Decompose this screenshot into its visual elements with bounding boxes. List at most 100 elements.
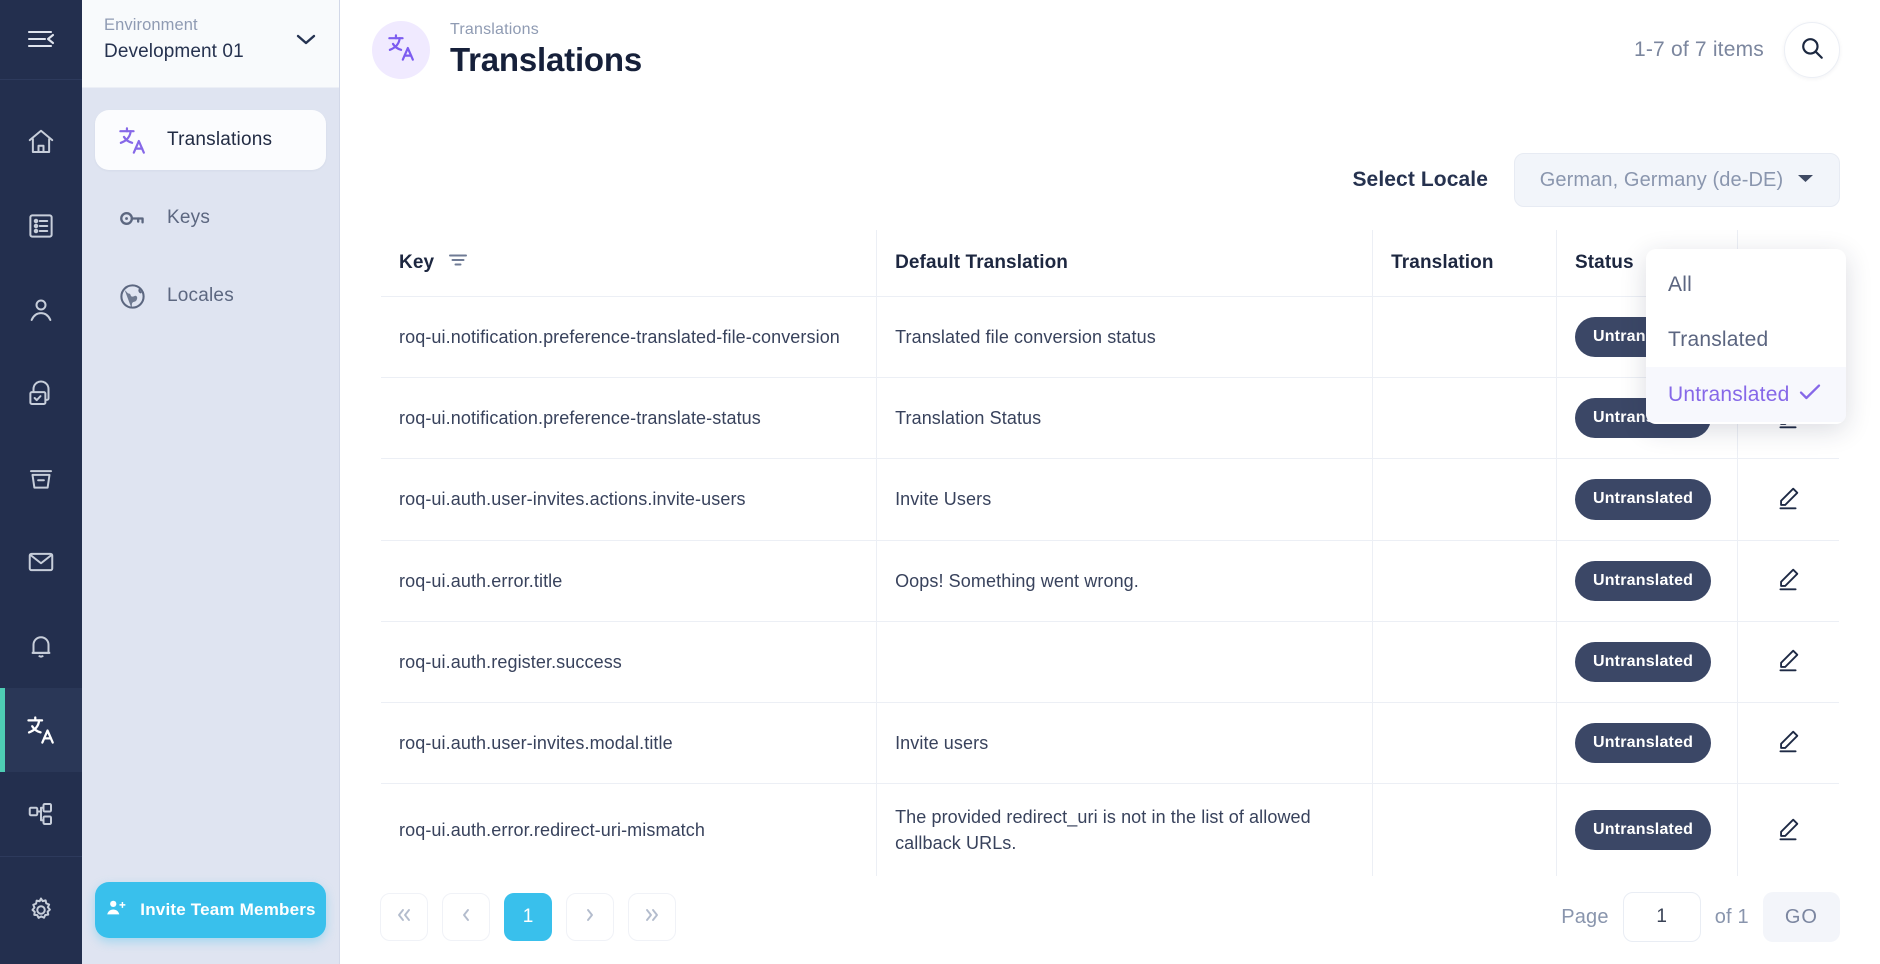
pagination-page-1-button[interactable]: 1 xyxy=(504,893,552,941)
settings-button[interactable] xyxy=(0,855,82,964)
pagination-first-button[interactable] xyxy=(380,893,428,941)
page-number-input[interactable] xyxy=(1622,892,1701,942)
sidebar-item-label: Translations xyxy=(167,129,273,150)
cell-key: roq-ui.auth.register.success xyxy=(381,621,878,703)
pencil-icon xyxy=(1775,728,1801,757)
environment-selector[interactable]: Environment Development 01 xyxy=(82,0,339,88)
invite-button-label: Invite Team Members xyxy=(140,900,316,919)
rail-item-translations[interactable] xyxy=(0,687,82,772)
chevron-left-icon xyxy=(460,905,472,929)
dropdown-option-all[interactable]: All xyxy=(1646,257,1846,312)
page-title-block: Translations Translations xyxy=(450,21,642,79)
status-badge: Untranslated xyxy=(1574,810,1712,851)
column-header-key: Key xyxy=(381,230,878,297)
lock-check-icon xyxy=(26,379,56,409)
cell-key: roq-ui.notification.preference-translate… xyxy=(381,296,878,379)
gear-icon xyxy=(26,895,56,925)
table-row[interactable]: roq-ui.auth.error.redirect-uri-mismatch … xyxy=(381,783,1839,877)
list-icon xyxy=(26,211,56,241)
rail-item-archive[interactable] xyxy=(0,436,82,520)
cell-default-translation: Invite users xyxy=(876,702,1374,785)
pagination-prev-button[interactable] xyxy=(442,893,490,941)
status-filter-dropdown[interactable]: All Translated Untranslated xyxy=(1646,249,1846,424)
table-head: Key Default Translation Translation Stat… xyxy=(381,230,1839,297)
chevron-down-icon xyxy=(295,32,317,51)
cell-key: roq-ui.auth.user-invites.actions.invite-… xyxy=(381,458,878,541)
cell-default-translation: The provided redirect_uri is not in the … xyxy=(876,783,1374,877)
caret-down-icon xyxy=(1797,171,1814,189)
icon-rail xyxy=(0,0,82,964)
table-body: roq-ui.notification.preference-translate… xyxy=(381,296,1839,877)
cell-default-translation: Translated file conversion status xyxy=(876,296,1374,379)
sidebar-item-translations[interactable]: Translations xyxy=(95,110,326,170)
page-label: Page xyxy=(1561,905,1609,928)
edit-row-button[interactable] xyxy=(1771,481,1805,518)
cell-translation xyxy=(1372,783,1557,877)
check-icon xyxy=(1799,383,1821,407)
cell-key: roq-ui.auth.error.title xyxy=(381,540,878,622)
rail-item-mail[interactable] xyxy=(0,520,82,604)
dropdown-option-translated[interactable]: Translated xyxy=(1646,312,1846,367)
locale-selector-row: Select Locale German, Germany (de-DE) xyxy=(340,153,1880,207)
translations-table-wrap: Key Default Translation Translation Stat… xyxy=(380,229,1846,878)
go-button[interactable]: GO xyxy=(1762,892,1840,942)
dropdown-option-untranslated[interactable]: Untranslated xyxy=(1646,367,1846,422)
cell-status: Untranslated xyxy=(1556,540,1738,622)
invite-team-members-button[interactable]: Invite Team Members xyxy=(95,882,326,938)
table-row[interactable]: roq-ui.auth.error.title Oops! Something … xyxy=(381,540,1839,622)
table-row[interactable]: roq-ui.auth.register.success Untranslate… xyxy=(381,621,1839,703)
translate-icon xyxy=(386,32,417,68)
column-header-key-label: Key xyxy=(399,252,435,273)
cell-translation xyxy=(1372,702,1557,785)
column-header-translation: Translation xyxy=(1372,230,1557,297)
globe-icon xyxy=(115,279,149,313)
sidebar-item-keys[interactable]: Keys xyxy=(95,188,326,248)
sidebar-item-label: Locales xyxy=(167,285,234,306)
search-button[interactable] xyxy=(1784,22,1840,78)
double-chevron-right-icon xyxy=(643,905,661,929)
table-row[interactable]: roq-ui.notification.preference-translate… xyxy=(381,296,1839,379)
key-icon xyxy=(115,201,149,235)
edit-row-button[interactable] xyxy=(1771,812,1805,849)
mail-icon xyxy=(26,547,56,577)
double-chevron-left-icon xyxy=(395,905,413,929)
cell-default-translation: Oops! Something went wrong. xyxy=(876,540,1374,622)
pagination-next-button[interactable] xyxy=(566,893,614,941)
status-badge: Untranslated xyxy=(1574,722,1712,764)
cell-actions xyxy=(1737,784,1839,877)
sidebar-nav-list: Translations Keys Locales xyxy=(82,88,339,882)
locale-select[interactable]: German, Germany (de-DE) xyxy=(1514,153,1840,207)
rail-item-list[interactable] xyxy=(0,184,82,268)
breadcrumb: Translations xyxy=(450,21,539,39)
collapse-sidebar-button[interactable] xyxy=(0,0,82,80)
cell-translation xyxy=(1372,458,1557,541)
edit-row-button[interactable] xyxy=(1771,562,1805,599)
secondary-sidebar: Environment Development 01 Translations xyxy=(82,0,340,964)
cell-key: roq-ui.auth.user-invites.modal.title xyxy=(381,702,878,785)
rail-item-list xyxy=(0,80,82,856)
pagination-bar: 1 Page of 1 GO xyxy=(380,892,1840,942)
table-row[interactable]: roq-ui.auth.user-invites.actions.invite-… xyxy=(381,458,1839,541)
status-badge: Untranslated xyxy=(1574,479,1712,520)
environment-value: Development 01 xyxy=(104,40,244,62)
select-locale-label: Select Locale xyxy=(1352,168,1488,191)
dropdown-option-label: Translated xyxy=(1668,327,1769,351)
sidebar-item-locales[interactable]: Locales xyxy=(95,266,326,326)
rail-item-security[interactable] xyxy=(0,352,82,436)
translate-icon xyxy=(25,714,57,746)
rail-item-structure[interactable] xyxy=(0,772,82,856)
pagination-last-button[interactable] xyxy=(628,893,676,941)
table-row[interactable]: roq-ui.auth.user-invites.modal.title Inv… xyxy=(381,702,1839,785)
rail-item-home[interactable] xyxy=(0,100,82,184)
chevron-right-icon xyxy=(584,905,596,929)
cell-actions xyxy=(1737,540,1839,622)
rail-item-notifications[interactable] xyxy=(0,604,82,688)
app-root: Environment Development 01 Translations xyxy=(0,0,1880,964)
filter-icon[interactable] xyxy=(448,252,468,274)
rail-item-users[interactable] xyxy=(0,268,82,352)
cell-status: Untranslated xyxy=(1556,783,1738,877)
table-row[interactable]: roq-ui.notification.preference-translate… xyxy=(381,377,1839,460)
column-header-default-translation: Default Translation xyxy=(876,230,1374,297)
edit-row-button[interactable] xyxy=(1771,724,1805,761)
edit-row-button[interactable] xyxy=(1771,643,1805,680)
